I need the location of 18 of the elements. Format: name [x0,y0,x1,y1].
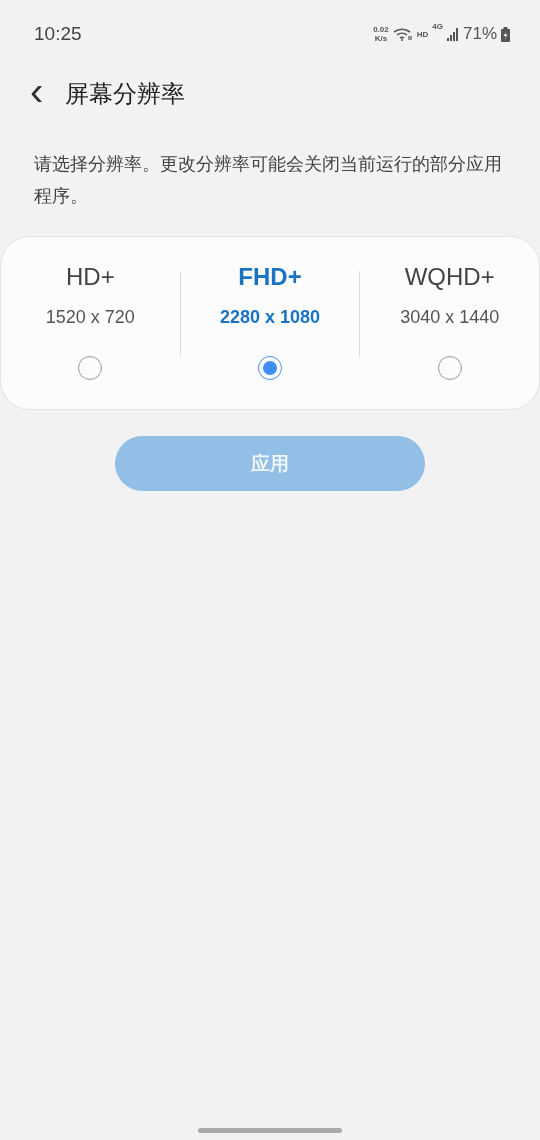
page-title: 屏幕分辨率 [65,79,186,109]
resolution-value: 1520 x 720 [45,307,135,328]
resolution-value: 2280 x 1080 [219,307,321,328]
back-button[interactable]: ‹ [22,71,54,117]
resolution-value: 3040 x 1440 [400,307,500,328]
resolution-name: FHD+ [238,263,302,291]
description-text: 请选择分辨率。更改分辨率可能会关闭当前运行的部分应用程序。 [34,153,503,208]
hd-label: HD [416,29,429,39]
home-handle[interactable] [198,1127,342,1133]
network-speed: 0.02 K/s [373,25,389,43]
wifi-icon [392,27,413,41]
resolution-name: WQHD+ [404,263,495,291]
battery-icon [501,26,510,42]
battery-percent: 71% [462,24,497,44]
network-type: 4G [432,22,443,31]
signal-icon [446,27,459,41]
status-time: 10:25 [34,23,82,45]
resolution-name: HD+ [66,263,115,291]
